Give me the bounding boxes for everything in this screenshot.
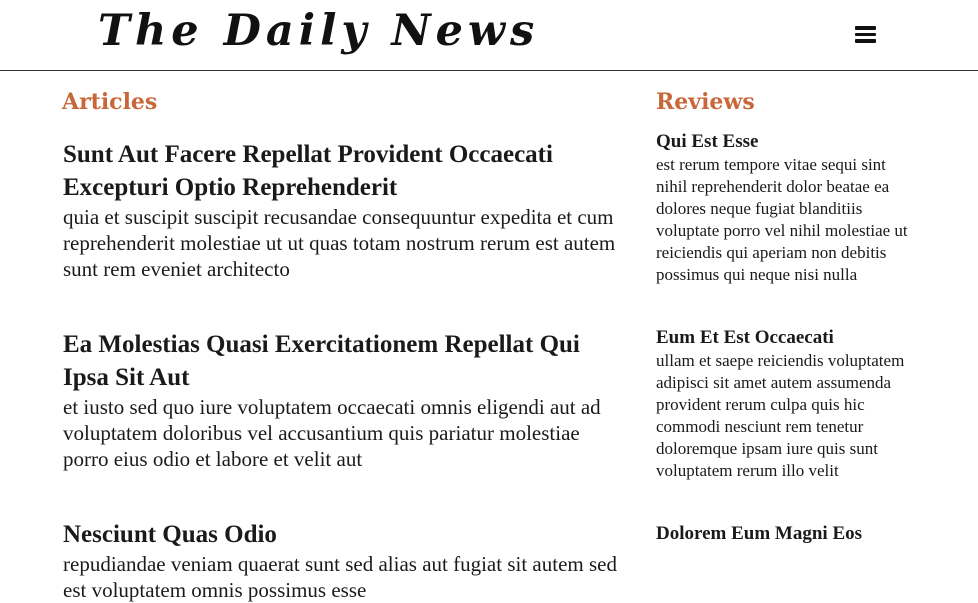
reviews-sidebar: Reviews Qui Est Esse est rerum tempore v…: [656, 86, 921, 546]
article-body: et iusto sed quo iure voluptatem occaeca…: [63, 395, 601, 471]
articles-section: Articles Sunt Aut Facere Repellat Provid…: [62, 86, 617, 603]
review-title[interactable]: Dolorem Eum Magni Eos: [656, 522, 921, 546]
articles-heading: Articles: [62, 89, 158, 115]
article-body: quia et suscipit suscipit recusandae con…: [63, 205, 616, 281]
reviews-heading: Reviews: [656, 89, 755, 115]
review-body: est rerum tempore vitae sequi sint nihil…: [656, 155, 908, 284]
site-header: The Daily News: [0, 0, 978, 71]
article-title[interactable]: Ea Molestias Quasi Exercitationem Repell…: [63, 328, 617, 394]
menu-bar: [855, 32, 876, 36]
review-card: Qui Est Esse est rerum tempore vitae seq…: [656, 130, 921, 286]
article-title[interactable]: Sunt Aut Facere Repellat Provident Occae…: [63, 138, 617, 204]
menu-bar: [855, 26, 876, 30]
hamburger-menu-icon[interactable]: [855, 24, 877, 44]
review-title[interactable]: Qui Est Esse: [656, 130, 921, 154]
review-card: Eum Et Est Occaecati ullam et saepe reic…: [656, 326, 921, 482]
review-card: Dolorem Eum Magni Eos: [656, 522, 921, 546]
article-card: Sunt Aut Facere Repellat Provident Occae…: [63, 138, 617, 282]
site-logo-title[interactable]: The Daily News: [98, 6, 539, 56]
article-body: repudiandae veniam quaerat sunt sed alia…: [63, 552, 617, 602]
review-title[interactable]: Eum Et Est Occaecati: [656, 326, 921, 350]
review-body: ullam et saepe reiciendis voluptatem adi…: [656, 351, 905, 480]
article-card: Nesciunt Quas Odio repudiandae veniam qu…: [63, 518, 617, 603]
article-card: Ea Molestias Quasi Exercitationem Repell…: [63, 328, 617, 472]
menu-bar: [855, 39, 876, 43]
article-title[interactable]: Nesciunt Quas Odio: [63, 518, 617, 551]
